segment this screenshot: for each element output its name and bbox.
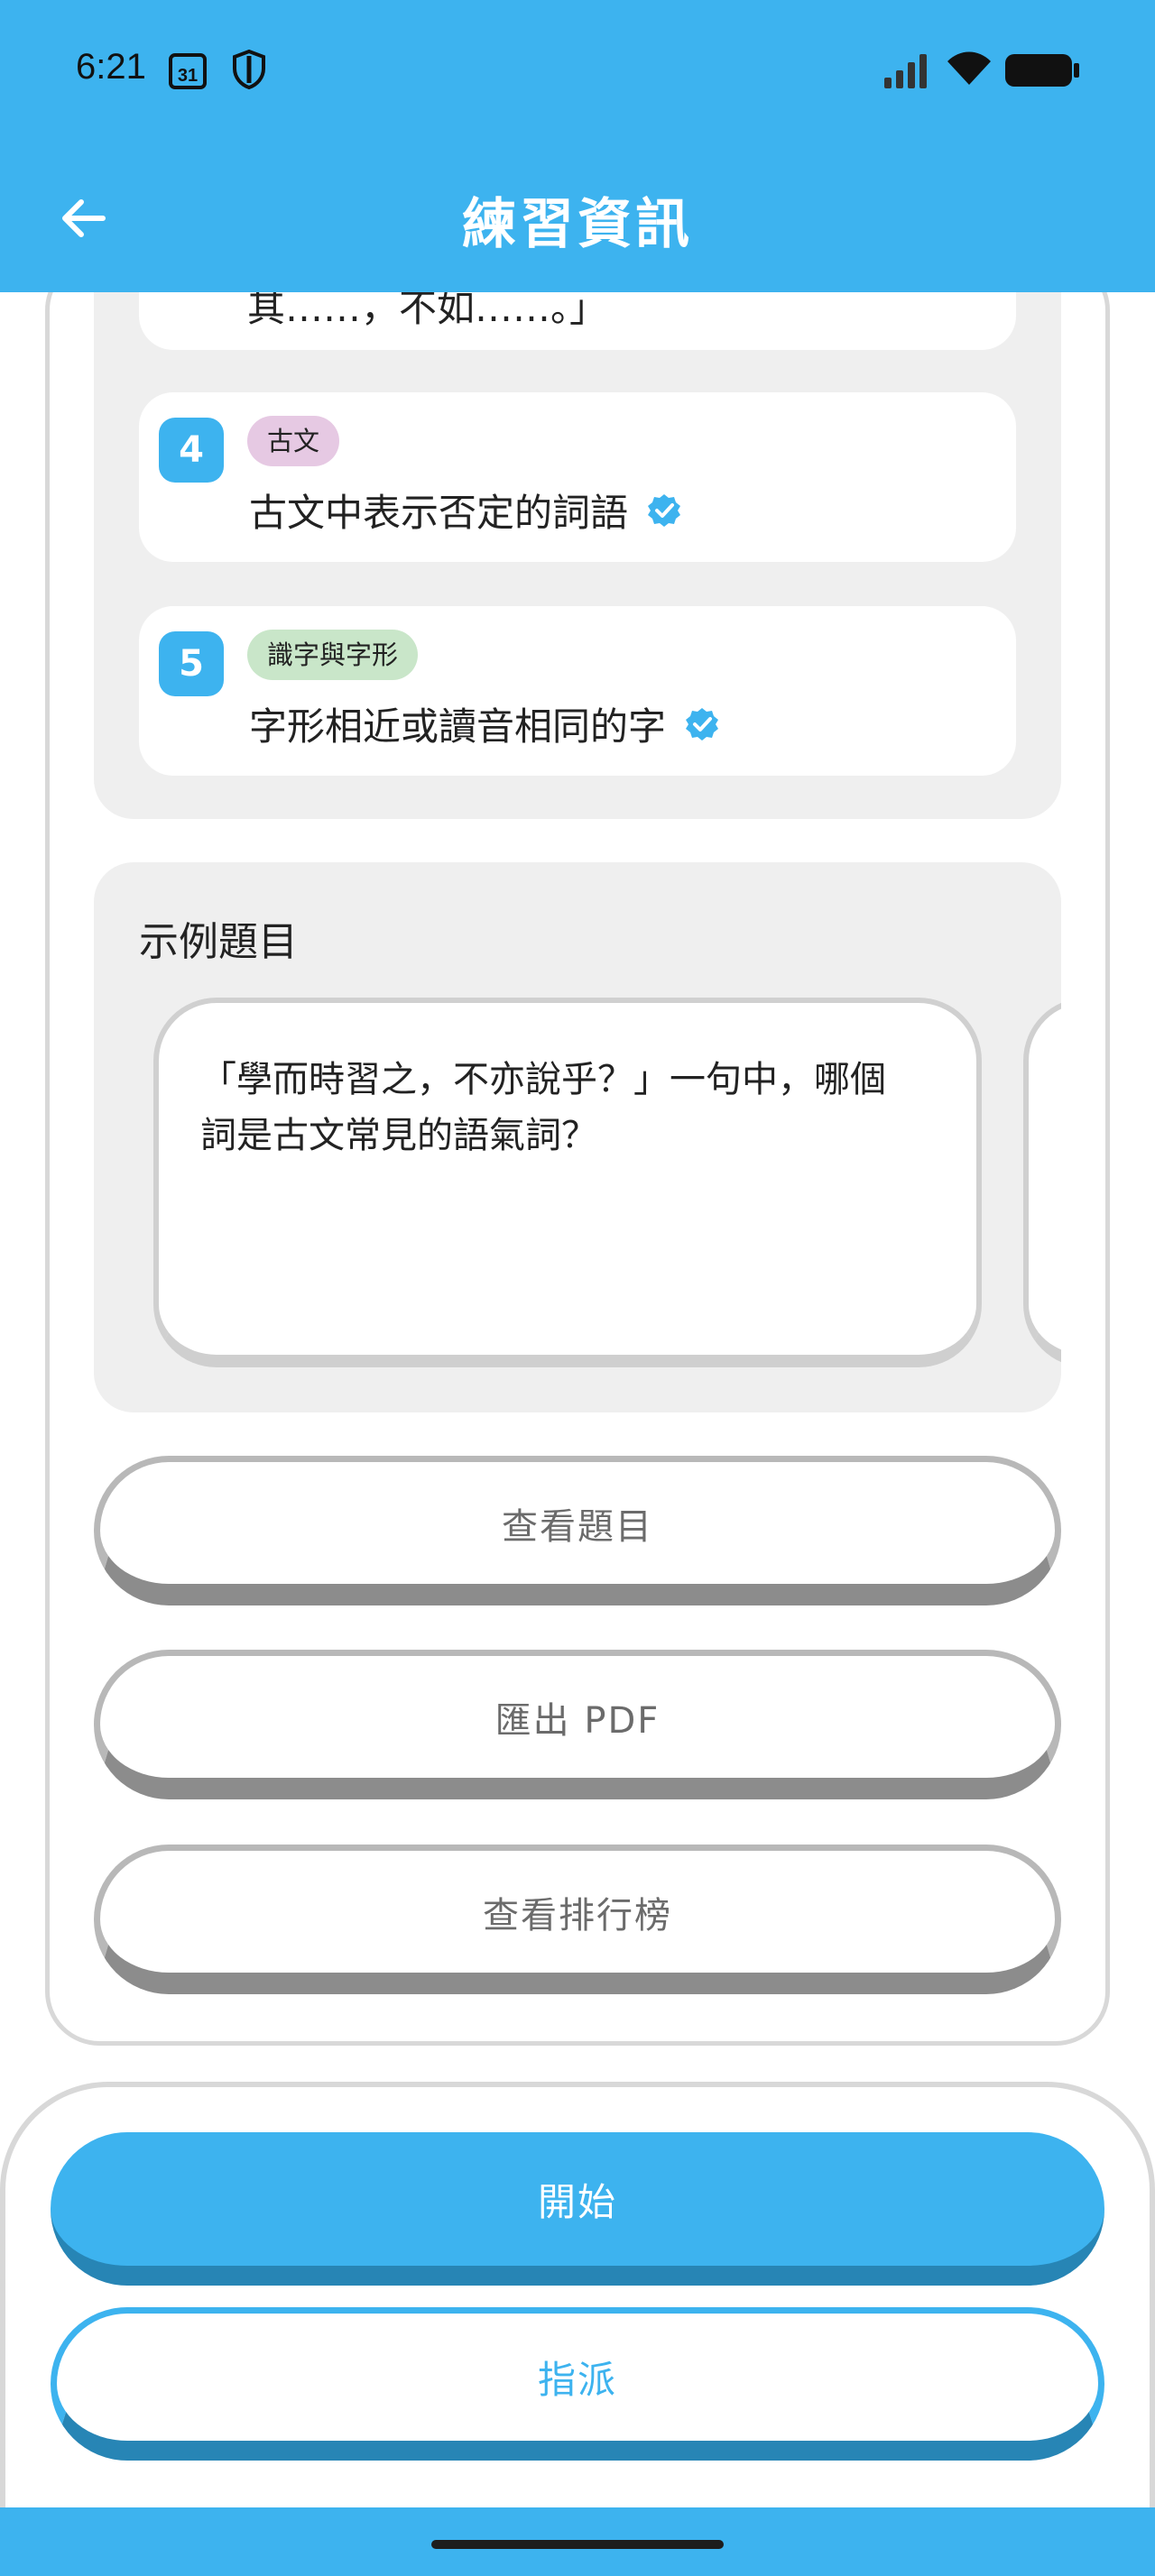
home-indicator[interactable] — [431, 2540, 724, 2549]
view-questions-button[interactable]: 查看題目 — [94, 1456, 1061, 1605]
content-scroll-area[interactable]: 其……，不如……。」 4 古文 古文中表示否定的詞語 5 識字與字形 字形相近或… — [0, 292, 1155, 2078]
assign-button[interactable]: 指派 — [51, 2307, 1104, 2461]
verified-badge-icon — [648, 493, 681, 527]
item-title: 字形相近或讀音相同的字 — [249, 696, 720, 751]
list-item[interactable]: 其……，不如……。」 — [139, 292, 1016, 350]
start-button[interactable]: 開始 — [51, 2132, 1104, 2286]
calendar-icon: 31 — [169, 53, 207, 89]
question-card[interactable] — [1023, 998, 1061, 1367]
signal-icon — [884, 54, 927, 88]
battery-icon — [1005, 54, 1079, 87]
category-tag: 古文 — [247, 416, 340, 466]
section-heading: 示例題目 — [139, 919, 298, 965]
navigation-bar — [0, 2507, 1155, 2576]
sample-questions-panel[interactable]: 示例題目 「學而時習之，不亦說乎？」一句中，哪個詞是古文常見的語氣詞？ — [94, 862, 1061, 1412]
view-leaderboard-button[interactable]: 查看排行榜 — [94, 1845, 1061, 1994]
item-title-text: 字形相近或讀音相同的字 — [249, 704, 667, 749]
list-item-partial-text: 其……，不如……。」 — [247, 292, 608, 330]
export-pdf-button[interactable]: 匯出 PDF — [94, 1650, 1061, 1799]
status-bar: 6:21 31 — [0, 0, 1155, 144]
svg-text:31: 31 — [178, 66, 198, 86]
list-item[interactable]: 4 古文 古文中表示否定的詞語 — [139, 392, 1016, 562]
app-bar: 練習資訊 — [0, 144, 1155, 292]
item-number-badge: 4 — [159, 418, 224, 483]
shield-icon — [233, 49, 265, 90]
status-time: 6:21 — [76, 47, 146, 87]
verified-badge-icon — [686, 707, 719, 741]
question-text: 「學而時習之，不亦說乎？」一句中，哪個詞是古文常見的語氣詞？ — [200, 1059, 886, 1156]
wifi-icon — [947, 51, 991, 85]
item-number-badge: 5 — [159, 631, 224, 696]
page-title: 練習資訊 — [462, 193, 693, 256]
list-item[interactable]: 5 識字與字形 字形相近或讀音相同的字 — [139, 606, 1016, 776]
category-tag: 識字與字形 — [247, 630, 419, 680]
item-title: 古文中表示否定的詞語 — [249, 483, 682, 538]
item-title-text: 古文中表示否定的詞語 — [249, 491, 629, 535]
question-card[interactable]: 「學而時習之，不亦說乎？」一句中，哪個詞是古文常見的語氣詞？ — [153, 998, 982, 1367]
